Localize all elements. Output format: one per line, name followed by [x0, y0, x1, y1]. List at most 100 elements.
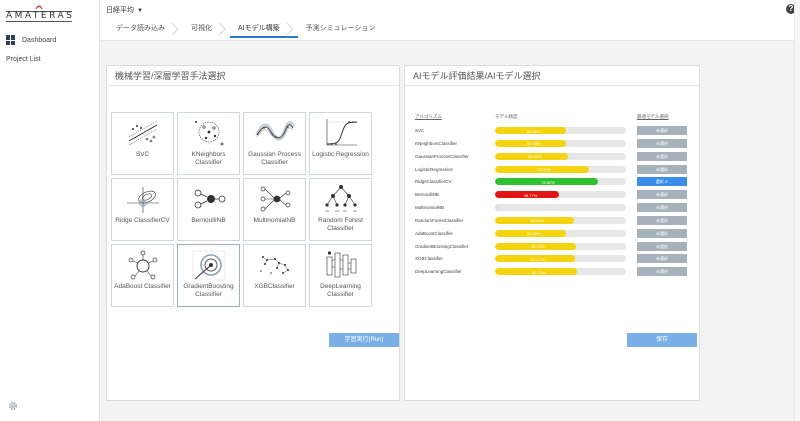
select-model-button[interactable]: 未選択: [637, 151, 687, 161]
algorithm-card-kneighbors[interactable]: KNeighbors Classifier: [177, 112, 240, 175]
result-row: GaussianProcessClassifier 56.02% 未選択: [415, 151, 691, 164]
sidebar-item-label: Project List: [6, 56, 41, 63]
score-value: 61.73%: [531, 244, 545, 250]
algorithm-label: Ridge ClassifierCV: [115, 217, 170, 224]
algorithm-label: AdaBoost Classifier: [114, 283, 171, 290]
random-forest-icon: [325, 185, 357, 212]
algorithm-label: MultinomialNB: [253, 217, 296, 224]
result-row: BernoulliNB 48.77% 未選択: [415, 189, 691, 202]
step-visualization[interactable]: 可視化: [183, 22, 230, 38]
algorithm-label: Random Forest Classifier: [318, 217, 363, 232]
algorithm-card-multinomial[interactable]: MultinomialNB: [243, 178, 306, 241]
dashboard-icon: [6, 35, 16, 45]
algorithm-label: GradientBoosting Classifier: [183, 283, 234, 298]
score-value: 78.60%: [541, 179, 555, 185]
score-value: 56.02%: [528, 154, 542, 160]
step-label: データ読み込み: [116, 25, 165, 32]
result-algorithm-name: BernoulliNB: [415, 192, 439, 198]
logo-mark-icon: [35, 5, 43, 10]
chevron-right-icon: [171, 23, 179, 35]
algorithm-card-gradient-boosting[interactable]: GradientBoosting Classifier: [177, 244, 240, 307]
select-model-button[interactable]: 未選択: [637, 228, 687, 238]
score-bar-track: 62.77%: [495, 268, 626, 276]
algorithm-label: Logistic Regression: [312, 151, 369, 158]
score-value: 48.77%: [523, 192, 538, 198]
score-bar-track: 78.60%: [495, 178, 626, 186]
result-row: LogisticRegression 72.09% 未選択: [415, 164, 691, 177]
algorithm-label: KNeighbors Classifier: [191, 151, 226, 166]
column-header-score: モデル精度: [495, 114, 518, 119]
algorithm-card-bernoulli[interactable]: BernoulliNB: [177, 178, 240, 241]
step-data-load[interactable]: データ読み込み: [108, 22, 183, 38]
select-model-button[interactable]: 未選択: [637, 215, 687, 225]
result-row: XGBClassifier 61.17% 未選択: [415, 253, 691, 266]
gear-icon[interactable]: [8, 401, 18, 411]
chevron-right-icon: [218, 23, 226, 35]
chevron-right-icon: [286, 23, 294, 35]
select-model-button[interactable]: 未選択: [637, 241, 687, 251]
result-row: RandomForestClassifier 60.59% 未選択: [415, 215, 691, 228]
result-row: RidgeClassifierCV 78.60% 選択 ✔: [415, 176, 691, 189]
select-model-button[interactable]: 未選択: [637, 267, 687, 277]
select-model-button[interactable]: 未選択: [637, 254, 687, 264]
deep-learning-icon: [326, 251, 357, 278]
algorithm-card-deep-learning[interactable]: DeepLearning Classifier: [309, 244, 372, 307]
step-prediction-simulation[interactable]: 予測シミュレーション: [298, 22, 394, 38]
score-bar-track: 72.09%: [495, 165, 626, 173]
results-list: SVC 53.96% 未選択 KNeighborsClassifier 53.96% 未選…: [415, 125, 691, 279]
select-model-button[interactable]: 未選択: [637, 126, 687, 135]
gradient-boosting-icon: [192, 250, 226, 280]
result-algorithm-name: XGBClassifier: [415, 256, 444, 262]
algorithm-label: XGBClassifier: [254, 283, 295, 290]
score-value: 61.17%: [531, 256, 545, 262]
page-scrollbar[interactable]: [794, 0, 800, 421]
select-model-button[interactable]: 未選択: [637, 164, 687, 174]
result-algorithm-name: AdaBoostClassifier: [415, 230, 454, 236]
algorithm-card-gaussian-process[interactable]: Gaussian Process Classifier: [243, 112, 306, 175]
result-row: AdaBoostClassifier 54.03% 未選択: [415, 228, 691, 241]
result-algorithm-name: GradientBoostingClassifier: [415, 243, 469, 249]
sidebar-item-dashboard[interactable]: Dashboard: [6, 35, 56, 45]
select-model-button[interactable]: 選択 ✔: [637, 177, 687, 187]
result-row: DeepLearningClassifier 62.77% 未選択: [415, 266, 691, 279]
score-bar-track: [495, 204, 626, 212]
score-value: 60.59%: [530, 218, 545, 224]
run-training-button[interactable]: 学習実行(Run): [329, 333, 399, 347]
result-row: GradientBoostingClassifier 61.73% 未選択: [415, 241, 691, 254]
algorithm-label: SVC: [135, 151, 150, 158]
dataset-label: 日経平均: [106, 7, 134, 14]
adaboost-icon: [128, 250, 158, 280]
algorithm-card-ridge[interactable]: Ridge ClassifierCV: [111, 178, 174, 241]
result-algorithm-name: KNeighborsClassifier: [415, 140, 458, 146]
gaussian-process-icon: [255, 121, 295, 141]
algorithm-grid: SVC KNeighbors Classifier Gaussian Proce…: [111, 112, 375, 307]
algorithm-card-adaboost[interactable]: AdaBoost Classifier: [111, 244, 174, 307]
score-bar-track: 53.96%: [495, 139, 626, 147]
step-ai-model-build[interactable]: AIモデル構築: [230, 22, 298, 38]
sidebar-item-project-list[interactable]: Project List: [6, 56, 41, 63]
app-logo-text: AMATERAS: [6, 11, 75, 22]
result-algorithm-name: LogisticRegression: [415, 166, 454, 172]
top-header: 日経平均 ▼ ? データ読み込み 可視化 AIモデル構築 予測シミュレーション: [100, 0, 800, 40]
algorithm-card-logistic-regression[interactable]: Logistic Regression: [309, 112, 372, 175]
app-logo[interactable]: AMATERAS: [6, 4, 72, 28]
dataset-select[interactable]: 日経平均 ▼: [106, 5, 143, 15]
algorithm-label: DeepLearning Classifier: [320, 283, 361, 298]
select-model-button[interactable]: 未選択: [637, 203, 687, 213]
caret-down-icon: ▼: [137, 8, 143, 14]
algorithm-card-svc[interactable]: SVC: [111, 112, 174, 175]
select-model-button[interactable]: 未選択: [637, 138, 687, 148]
score-bar-track: 56.02%: [495, 152, 626, 160]
select-model-button[interactable]: 未選択: [637, 190, 687, 200]
column-header-select: 最適モデル選択: [637, 114, 669, 119]
score-bar-fill: [495, 204, 499, 212]
save-button[interactable]: 保存: [627, 333, 697, 347]
algorithm-card-random-forest[interactable]: Random Forest Classifier: [309, 178, 372, 241]
ridge-icon: [127, 187, 159, 213]
panel-title: AIモデル評価結果/AIモデル選択: [405, 66, 699, 86]
algorithm-label: Gaussian Process Classifier: [248, 151, 301, 166]
bernoulli-icon: [194, 189, 226, 209]
score-value: 62.77%: [532, 269, 546, 275]
algorithm-card-xgb[interactable]: XGBClassifier: [243, 244, 306, 307]
score-bar-track: 61.17%: [495, 255, 626, 263]
